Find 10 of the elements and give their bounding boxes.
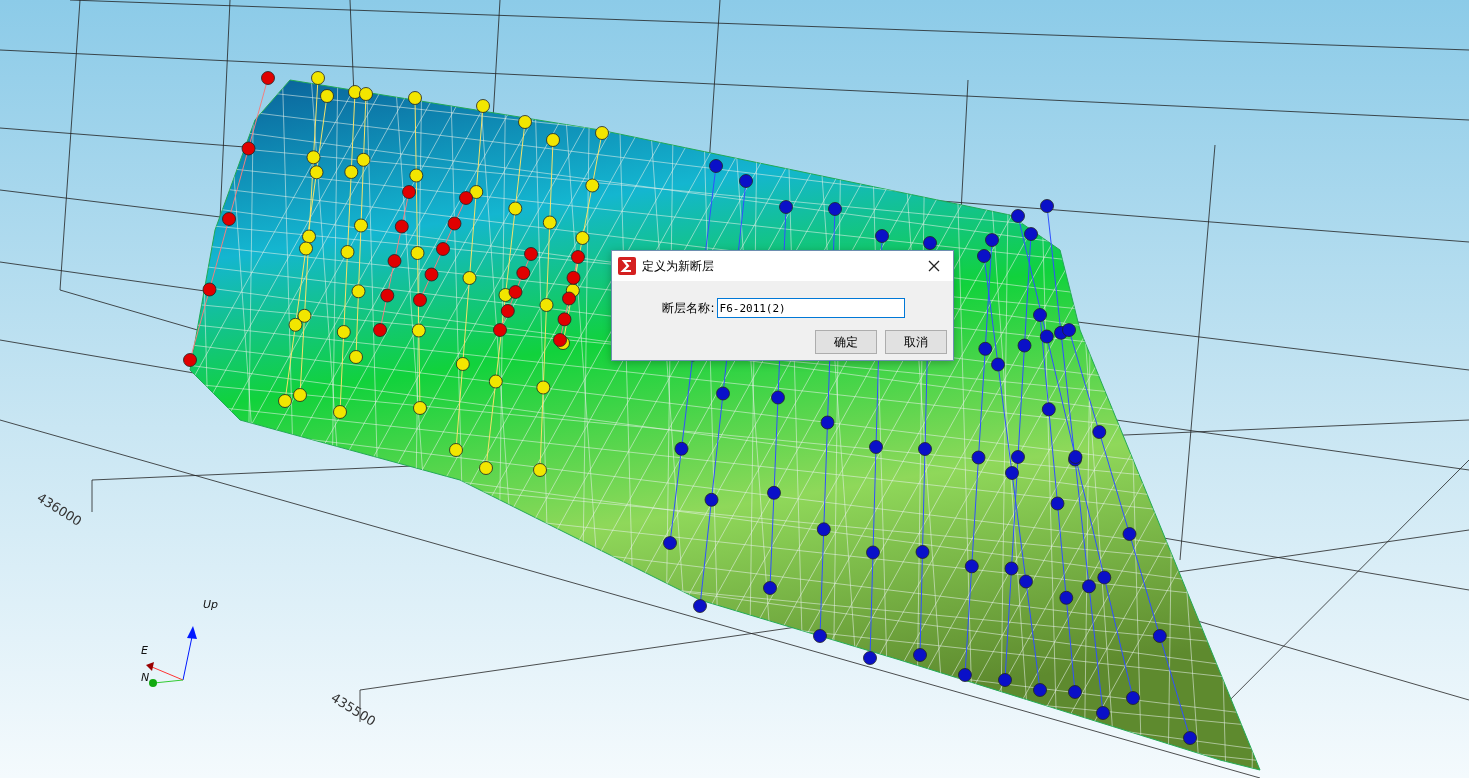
up-axis-label: Up	[203, 598, 219, 611]
app-logo-icon	[618, 257, 636, 275]
dialog-title: 定义为新断层	[642, 257, 715, 275]
field-label: 断层名称:	[662, 299, 715, 317]
north-axis-label: N	[141, 671, 150, 684]
cancel-button[interactable]: 取消	[885, 330, 947, 354]
close-icon	[928, 260, 940, 272]
east-axis-label: E	[141, 644, 148, 657]
ok-button[interactable]: 确定	[815, 330, 877, 354]
fault-name-field[interactable]: F6-2011(2)	[716, 298, 905, 318]
